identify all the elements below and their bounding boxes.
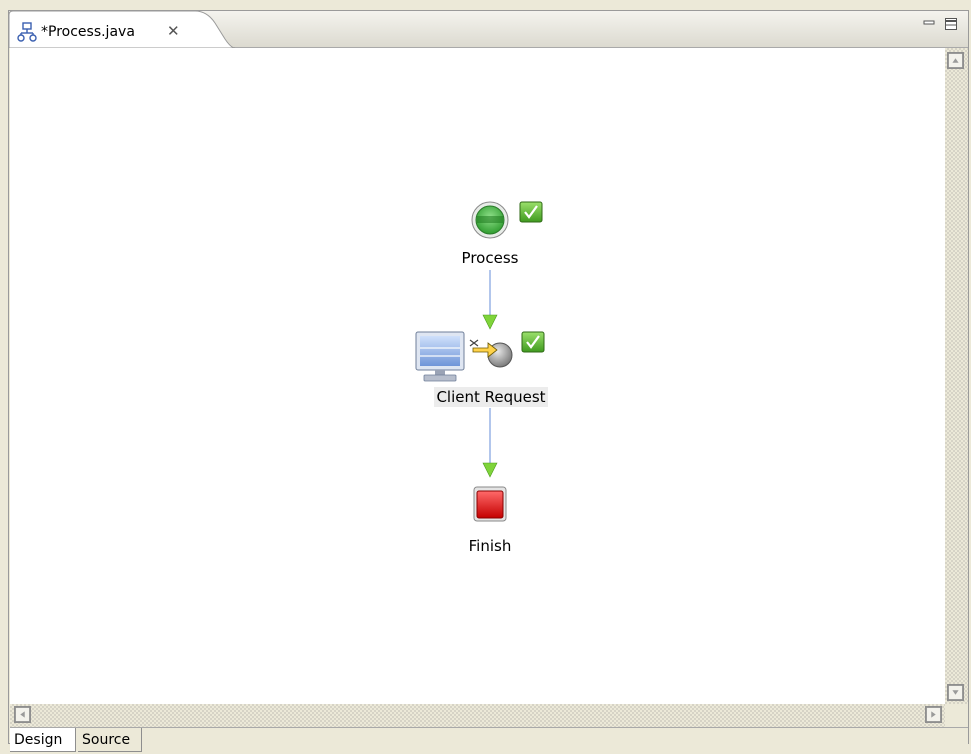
checkmark-icon — [519, 201, 543, 223]
scroll-up-button[interactable] — [947, 52, 964, 69]
scrollbar-corner — [945, 704, 968, 727]
vertical-scrollbar[interactable] — [945, 48, 968, 704]
horizontal-scrollbar[interactable] — [10, 704, 945, 727]
process-diagram — [415, 201, 545, 522]
scroll-right-button[interactable] — [925, 706, 942, 723]
connector-client-request-to-finish[interactable] — [482, 408, 498, 478]
node-label-finish[interactable]: Finish — [440, 536, 540, 556]
node-label-client-request[interactable]: Client Request — [434, 387, 548, 407]
computer-icon[interactable] — [415, 331, 465, 382]
stop-node-icon[interactable] — [473, 486, 507, 522]
checkmark-icon — [521, 331, 545, 353]
web-service-icon — [469, 339, 513, 368]
editor-bottom-tab-bar — [10, 727, 968, 754]
scroll-left-button[interactable] — [14, 706, 31, 723]
scroll-down-button[interactable] — [947, 684, 964, 701]
connector-process-to-client-request[interactable] — [482, 270, 498, 330]
start-node-icon[interactable] — [471, 201, 509, 239]
tab-design[interactable]: Design — [10, 728, 76, 752]
node-label-process[interactable]: Process — [440, 248, 540, 268]
tab-source[interactable]: Source — [78, 728, 142, 752]
